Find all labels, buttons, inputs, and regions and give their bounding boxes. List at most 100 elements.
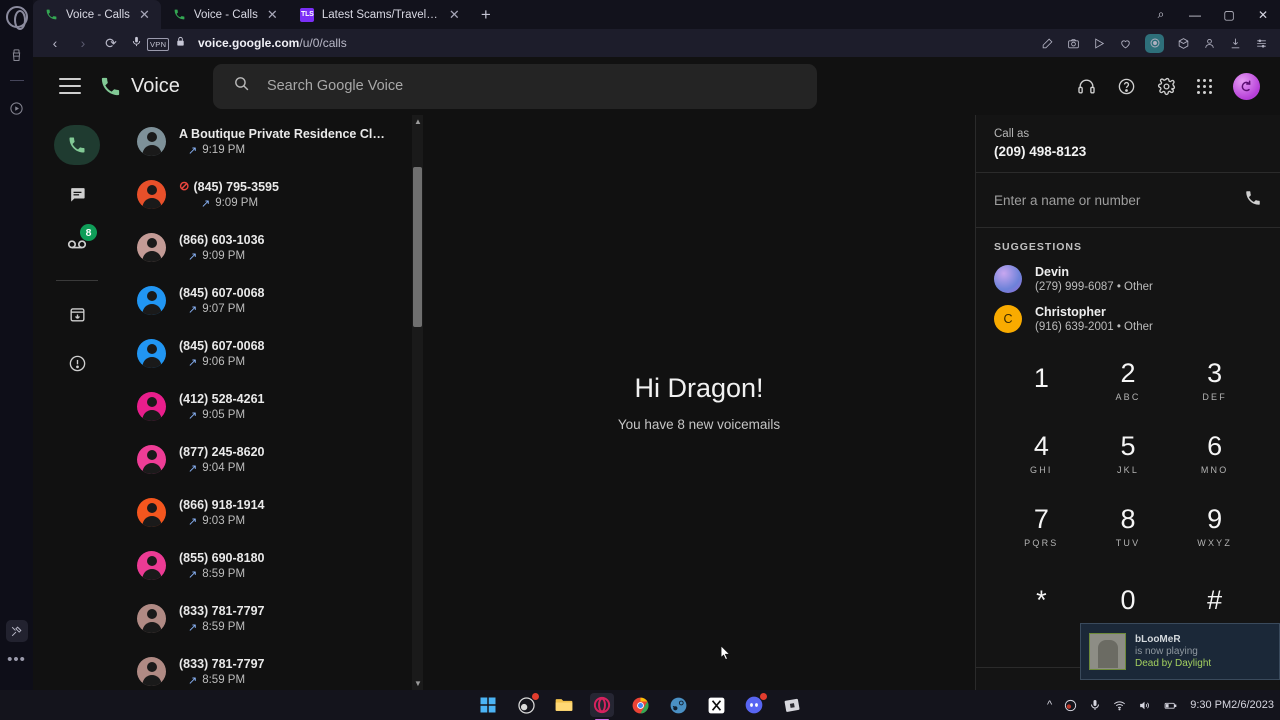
- browser-tab[interactable]: TLS Latest Scams/Travel Scam t ✕: [289, 0, 471, 29]
- call-list-item[interactable]: (855) 690-8180 ↗ 8:59 PM: [121, 539, 426, 592]
- close-window-button[interactable]: ✕: [1246, 8, 1280, 22]
- call-name: (412) 528-4261: [179, 392, 414, 406]
- microphone-icon[interactable]: [125, 36, 147, 50]
- more-icon[interactable]: •••: [7, 652, 26, 667]
- edit-icon[interactable]: [1041, 37, 1054, 50]
- capcut-icon[interactable]: [704, 693, 728, 717]
- tools-icon[interactable]: [5, 620, 28, 642]
- tab-title: Voice - Calls: [66, 8, 130, 21]
- call-list-scrollbar[interactable]: ▲ ▼: [412, 115, 423, 690]
- wifi-icon[interactable]: [1113, 699, 1126, 712]
- call-list-item[interactable]: A Boutique Private Residence Cl… ↗ 9:19 P…: [121, 115, 426, 168]
- dialpad-key-7[interactable]: 7 PQRS: [998, 496, 1085, 558]
- profile-icon[interactable]: [1203, 37, 1216, 50]
- sidebar-item-messages[interactable]: [54, 174, 100, 214]
- dialpad-key-3[interactable]: 3 DEF: [1171, 350, 1258, 412]
- minimize-button[interactable]: —: [1178, 8, 1212, 22]
- close-icon[interactable]: ✕: [447, 7, 462, 23]
- steam-icon[interactable]: [666, 693, 690, 717]
- new-tab-button[interactable]: +: [471, 0, 501, 29]
- steam-notification[interactable]: bLooMeR is now playing Dead by Daylight: [1080, 623, 1280, 680]
- call-button[interactable]: [1244, 189, 1262, 212]
- dialpad-key-4[interactable]: 4 GHI: [998, 423, 1085, 485]
- browser-tab[interactable]: Voice - Calls ✕: [33, 0, 161, 29]
- dialpad-key-hash[interactable]: #: [1171, 569, 1258, 631]
- close-icon[interactable]: ✕: [265, 7, 280, 23]
- dialpad-key-0[interactable]: 0: [1085, 569, 1172, 631]
- account-avatar[interactable]: [1233, 72, 1260, 100]
- chrome-icon[interactable]: [628, 693, 652, 717]
- call-list-item[interactable]: ⊘ (845) 795-3595 ↗ 9:09 PM: [121, 168, 426, 221]
- browser-tab[interactable]: Voice - Calls ✕: [161, 0, 289, 29]
- sidebar-item-voicemail[interactable]: 8: [54, 223, 100, 263]
- lock-icon[interactable]: [169, 36, 191, 50]
- scroll-up-icon[interactable]: ▲: [414, 117, 422, 126]
- suggestion-item[interactable]: C Christopher (916) 639-2001 • Other: [994, 305, 1262, 333]
- obs-tray-icon[interactable]: [1064, 699, 1077, 712]
- apps-grid-icon[interactable]: [1197, 78, 1212, 94]
- battery-icon[interactable]: [1163, 699, 1178, 712]
- back-button[interactable]: ‹: [41, 35, 69, 51]
- suggestion-item[interactable]: Devin (279) 999-6087 • Other: [994, 265, 1262, 293]
- sidebar-item-spam[interactable]: [54, 343, 100, 383]
- suggestion-meta: Christopher (916) 639-2001 • Other: [1035, 305, 1153, 333]
- discord-icon[interactable]: [742, 692, 768, 717]
- camera-icon[interactable]: [1067, 37, 1080, 50]
- sidebar-item-archive[interactable]: [54, 294, 100, 334]
- start-icon[interactable]: [476, 693, 500, 717]
- call-list[interactable]: A Boutique Private Residence Cl… ↗ 9:19 P…: [121, 115, 426, 690]
- call-list-item[interactable]: (833) 781-7797 ↗ 8:59 PM: [121, 592, 426, 645]
- file-explorer-icon[interactable]: [552, 693, 576, 717]
- forward-button[interactable]: ›: [69, 35, 97, 51]
- call-list-item[interactable]: (866) 918-1914 ↗ 9:03 PM: [121, 486, 426, 539]
- dialpad-key-star[interactable]: *: [998, 569, 1085, 631]
- dialpad-key-8[interactable]: 8 TUV: [1085, 496, 1172, 558]
- call-list-item[interactable]: (845) 607-0068 ↗ 9:07 PM: [121, 274, 426, 327]
- opera-logo-icon[interactable]: [5, 6, 28, 30]
- call-list-item[interactable]: (866) 603-1036 ↗ 9:09 PM: [121, 221, 426, 274]
- vpn-badge[interactable]: VPN: [147, 36, 170, 51]
- roblox-icon[interactable]: [780, 693, 804, 717]
- player-icon[interactable]: [6, 97, 28, 119]
- browser-search-icon[interactable]: ⌕: [1144, 7, 1178, 22]
- dialpad-key-5[interactable]: 5 JKL: [1085, 423, 1172, 485]
- menu-icon[interactable]: [59, 78, 81, 94]
- scroll-down-icon[interactable]: ▼: [414, 679, 422, 688]
- send-icon[interactable]: [1093, 37, 1106, 50]
- call-list-item[interactable]: (833) 781-7797 ↗ 8:59 PM: [121, 645, 426, 690]
- cleaner-icon[interactable]: [6, 44, 28, 66]
- microphone-icon[interactable]: [1089, 699, 1101, 711]
- obs-icon[interactable]: [514, 692, 540, 717]
- call-list-item[interactable]: (877) 245-8620 ↗ 9:04 PM: [121, 433, 426, 486]
- maximize-button[interactable]: ▢: [1212, 8, 1246, 22]
- download-icon[interactable]: [1229, 37, 1242, 50]
- search-input[interactable]: Search Google Voice: [212, 63, 817, 109]
- voice-logo[interactable]: Voice: [99, 75, 180, 98]
- number-input-row[interactable]: Enter a name or number: [976, 173, 1280, 228]
- headset-icon[interactable]: [1077, 77, 1096, 96]
- dialpad-key-1[interactable]: 1: [998, 350, 1085, 412]
- key-digit: 8: [1120, 504, 1136, 534]
- sidebar-item-calls[interactable]: [54, 125, 100, 165]
- dialpad-key-9[interactable]: 9 WXYZ: [1171, 496, 1258, 558]
- dialpad-key-2[interactable]: 2 ABC: [1085, 350, 1172, 412]
- reload-button[interactable]: ⟳: [97, 35, 125, 52]
- url-text[interactable]: voice.google.com/u/0/calls: [198, 36, 347, 50]
- volume-icon[interactable]: [1138, 699, 1151, 712]
- heart-icon[interactable]: [1119, 37, 1132, 50]
- opera-aria-icon[interactable]: [1145, 33, 1164, 53]
- package-icon[interactable]: [1177, 37, 1190, 50]
- opera-icon[interactable]: [590, 693, 614, 720]
- settings-menu-icon[interactable]: [1255, 37, 1268, 50]
- call-list-item[interactable]: (845) 607-0068 ↗ 9:06 PM: [121, 327, 426, 380]
- chevron-up-icon[interactable]: ^: [1047, 699, 1052, 711]
- close-icon[interactable]: ✕: [137, 7, 152, 23]
- dialpad-key-6[interactable]: 6 MNO: [1171, 423, 1258, 485]
- scrollbar-thumb[interactable]: [413, 167, 422, 327]
- key-letters: PQRS: [1024, 538, 1059, 548]
- call-as-section[interactable]: Call as (209) 498-8123: [976, 115, 1280, 173]
- clock[interactable]: 9:30 PM 2/6/2023: [1190, 699, 1274, 712]
- settings-icon[interactable]: [1157, 77, 1176, 96]
- help-icon[interactable]: [1117, 77, 1136, 96]
- call-list-item[interactable]: (412) 528-4261 ↗ 9:05 PM: [121, 380, 426, 433]
